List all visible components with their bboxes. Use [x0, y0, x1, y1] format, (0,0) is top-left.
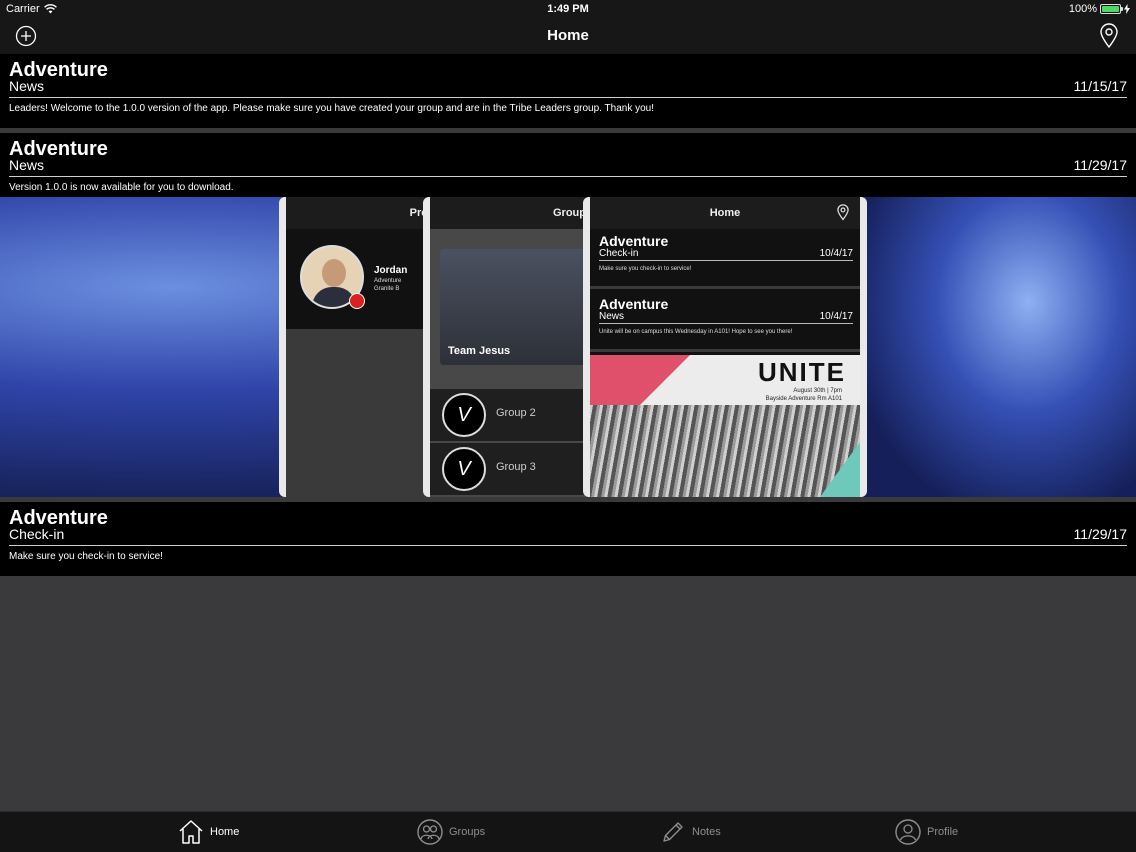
phone-mockup-home: Home Adventure Check-in 10/4/17 Make sur… [583, 197, 867, 497]
poster-line1: August 30th | 7pm [793, 388, 842, 394]
profile-icon [895, 819, 921, 845]
poster-title: UNITE [758, 357, 846, 387]
groups-icon [417, 819, 443, 845]
mini-brand: Adventure [599, 233, 669, 249]
profile-sub-line2: Granite B [374, 286, 400, 292]
status-bar: Carrier 1:49 PM 100% [0, 0, 1136, 18]
feed-card-header: Adventure Check-in 11/29/17 [0, 502, 1136, 546]
tab-groups[interactable]: Groups [416, 817, 485, 847]
group-logo-icon: V [442, 447, 486, 491]
tab-bar: Home Groups Notes Profile [0, 811, 1136, 852]
phone-title: Group [430, 197, 588, 229]
image-background-glow [866, 197, 1136, 497]
battery-group: 100% [1069, 3, 1130, 15]
group-row: V Group 3 [430, 443, 588, 495]
card-category: Check-in [9, 526, 65, 542]
tab-label: Groups [449, 826, 486, 838]
phone-mockup-profile: Pro Jordan Adventure Granite B [279, 197, 437, 497]
feed-card[interactable]: Adventure Check-in 11/29/17 Make sure yo… [0, 502, 1136, 581]
page-title: Home [547, 27, 589, 44]
profile-sub: Adventure Granite B [374, 277, 401, 293]
feed-card-header: Adventure News 11/29/17 [0, 133, 1136, 177]
card-category: News [9, 157, 45, 173]
poster-info: August 30th | 7pm Bayside Adventure Rm A1… [766, 387, 842, 403]
tab-home[interactable]: Home [177, 817, 239, 847]
location-pin-icon [837, 204, 849, 221]
status-time: 1:49 PM [547, 3, 589, 15]
group-label: Group 3 [496, 461, 536, 473]
group-row: V Group 2 [430, 389, 588, 441]
mini-text: Make sure you check-in to service! [599, 266, 692, 272]
tab-notes[interactable]: Notes [659, 817, 721, 847]
mini-category: Check-in [599, 248, 639, 259]
card-category: News [9, 78, 45, 94]
team-card: Team Jesus [440, 249, 588, 365]
mini-divider [599, 323, 853, 324]
phone-title: Home [590, 197, 860, 229]
mini-feed-item: Adventure News 10/4/17 Unite will be on … [590, 292, 860, 352]
tab-label: Home [210, 826, 240, 838]
group-label: Group 2 [496, 407, 536, 419]
pencil-icon [663, 822, 683, 842]
team-label: Team Jesus [448, 345, 511, 357]
card-message: Leaders! Welcome to the 1.0.0 version of… [9, 103, 655, 114]
profile-name: Jordan [374, 265, 408, 276]
unite-poster: UNITE August 30th | 7pm Bayside Adventure… [590, 355, 860, 497]
navigation-bar: Home [0, 18, 1136, 54]
card-date: 11/29/17 [1073, 526, 1127, 542]
feed-card-header: Adventure News 11/15/17 [0, 54, 1136, 98]
card-divider [9, 545, 1127, 546]
card-message: Make sure you check-in to service! [9, 551, 163, 562]
mini-date: 10/4/17 [819, 248, 853, 259]
card-message: Version 1.0.0 is now available for you t… [9, 182, 234, 193]
badge-icon [349, 293, 365, 309]
home-icon [179, 820, 203, 844]
phone-title: Pro [286, 197, 430, 229]
feed-card[interactable]: Adventure News 11/15/17 Leaders! Welcome… [0, 54, 1136, 133]
tab-label: Profile [927, 826, 959, 838]
card-date: 11/29/17 [1073, 157, 1127, 173]
mini-text: Unite will be on campus this Wednesday i… [599, 329, 793, 335]
mini-date: 10/4/17 [819, 311, 853, 322]
news-feed[interactable]: Adventure News 11/15/17 Leaders! Welcome… [0, 54, 1136, 581]
mini-category: News [599, 311, 625, 322]
card-divider [9, 97, 1127, 98]
tab-label: Notes [692, 826, 721, 838]
tab-profile[interactable]: Profile [894, 817, 958, 847]
charging-icon [1124, 4, 1130, 14]
app-screen: Carrier 1:49 PM 100% Home Adventure News… [0, 0, 1136, 852]
poster-accent-teal [820, 442, 860, 497]
card-image[interactable]: Pro Jordan Adventure Granite B Group Tea… [0, 197, 1136, 497]
phone-screen: Pro Jordan Adventure Granite B [286, 197, 430, 497]
feed-card[interactable]: Adventure News 11/29/17 Version 1.0.0 is… [0, 133, 1136, 502]
phone-mockup-groups: Group Team Jesus V Group 2 V Group 3 [423, 197, 595, 497]
battery-icon [1100, 4, 1123, 14]
group-logo-icon: V [442, 393, 486, 437]
profile-sub-line1: Adventure [374, 278, 402, 284]
profile-panel: Jordan Adventure Granite B [286, 229, 430, 329]
location-pin-icon[interactable] [1098, 23, 1120, 49]
battery-percent: 100% [1068, 3, 1097, 15]
poster-line2: Bayside Adventure Rm A101 [765, 396, 842, 402]
card-divider [9, 176, 1127, 177]
mini-feed-item: Adventure Check-in 10/4/17 Make sure you… [590, 229, 860, 289]
phone-screen: Group Team Jesus V Group 2 V Group 3 [430, 197, 588, 497]
card-date: 11/15/17 [1073, 78, 1127, 94]
phone-screen: Home Adventure Check-in 10/4/17 Make sur… [590, 197, 860, 497]
mini-divider [599, 260, 853, 261]
mini-brand: Adventure [599, 296, 669, 312]
